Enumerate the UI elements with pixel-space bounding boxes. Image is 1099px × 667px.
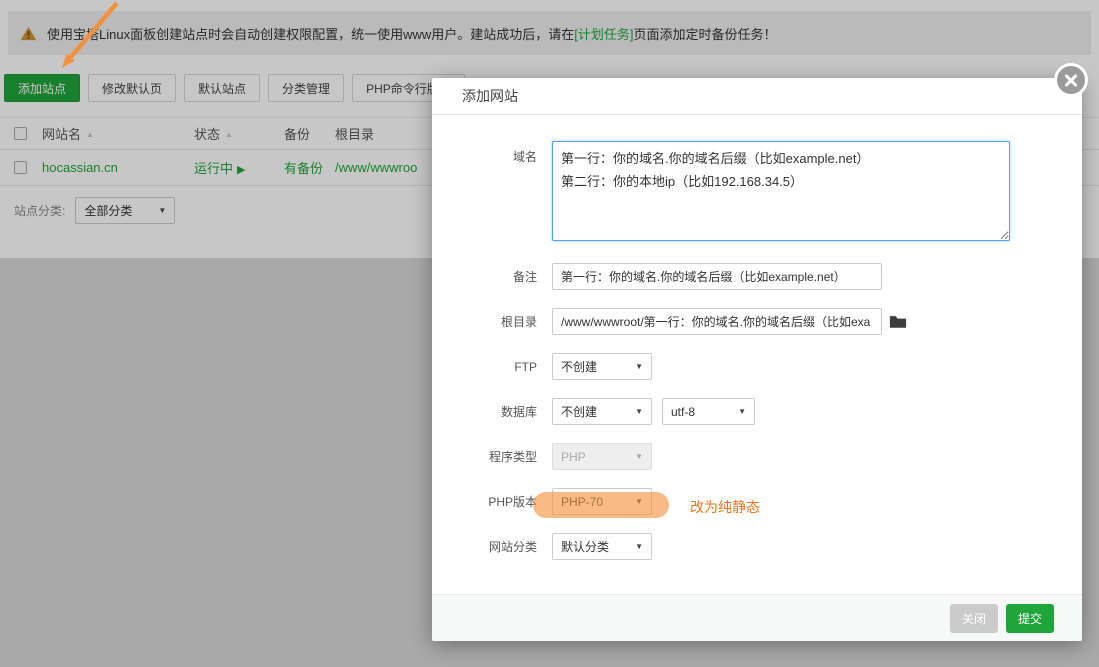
modal-title: 添加网站: [462, 86, 518, 106]
close-modal-button[interactable]: 关闭: [950, 604, 998, 633]
ftp-label: FTP: [452, 360, 537, 374]
close-button[interactable]: [1054, 63, 1088, 97]
app-type-select-value: PHP: [561, 450, 586, 464]
screen: 使用宝塔Linux面板创建站点时会自动创建权限配置，统一使用www用户。建站成功…: [0, 0, 1099, 667]
add-site-modal: 添加网站 域名 第一行：你的域名.你的域名后缀（比如example.net） 第…: [432, 78, 1082, 641]
folder-icon[interactable]: [889, 314, 907, 329]
ftp-select[interactable]: 不创建 ▼: [552, 353, 652, 380]
php-version-field-row: PHP版本 PHP-70 ▼: [452, 488, 1082, 515]
chevron-down-icon: ▼: [635, 542, 643, 551]
php-version-label: PHP版本: [452, 493, 537, 510]
root-dir-label: 根目录: [452, 313, 537, 330]
site-category-field-row: 网站分类 默认分类 ▼: [452, 533, 1082, 560]
domain-textarea[interactable]: 第一行：你的域名.你的域名后缀（比如example.net） 第二行：你的本地i…: [552, 141, 1010, 241]
chevron-down-icon: ▼: [635, 452, 643, 461]
php-version-select-value: PHP-70: [561, 495, 603, 509]
chevron-down-icon: ▼: [738, 407, 746, 416]
modal-title-bar: 添加网站: [432, 78, 1082, 115]
note-field-row: 备注: [452, 263, 1082, 290]
note-input[interactable]: [552, 263, 882, 290]
root-dir-input[interactable]: [552, 308, 882, 335]
app-type-select: PHP ▼: [552, 443, 652, 470]
database-select-value: 不创建: [561, 403, 597, 420]
submit-button[interactable]: 提交: [1006, 604, 1054, 633]
domain-label: 域名: [452, 141, 537, 165]
app-type-label: 程序类型: [452, 448, 537, 465]
chevron-down-icon: ▼: [635, 362, 643, 371]
ftp-field-row: FTP 不创建 ▼: [452, 353, 1082, 380]
chevron-down-icon: ▼: [635, 407, 643, 416]
domain-field-row: 域名 第一行：你的域名.你的域名后缀（比如example.net） 第二行：你的…: [452, 141, 1082, 241]
charset-select-value: utf-8: [671, 405, 695, 419]
annotation-change-to-static: 改为纯静态: [690, 497, 760, 517]
site-category-label: 网站分类: [452, 538, 537, 555]
modal-footer: 关闭 提交: [432, 594, 1082, 641]
database-select[interactable]: 不创建 ▼: [552, 398, 652, 425]
ftp-select-value: 不创建: [561, 358, 597, 375]
app-type-field-row: 程序类型 PHP ▼: [452, 443, 1082, 470]
charset-select[interactable]: utf-8 ▼: [662, 398, 755, 425]
site-category-select[interactable]: 默认分类 ▼: [552, 533, 652, 560]
root-dir-field-row: 根目录: [452, 308, 1082, 335]
database-field-row: 数据库 不创建 ▼ utf-8 ▼: [452, 398, 1082, 425]
close-icon: [1057, 66, 1085, 94]
php-version-select[interactable]: PHP-70 ▼: [552, 488, 652, 515]
database-label: 数据库: [452, 403, 537, 420]
modal-body: 域名 第一行：你的域名.你的域名后缀（比如example.net） 第二行：你的…: [432, 115, 1082, 560]
chevron-down-icon: ▼: [635, 497, 643, 506]
note-label: 备注: [452, 268, 537, 285]
site-category-select-value: 默认分类: [561, 538, 609, 555]
